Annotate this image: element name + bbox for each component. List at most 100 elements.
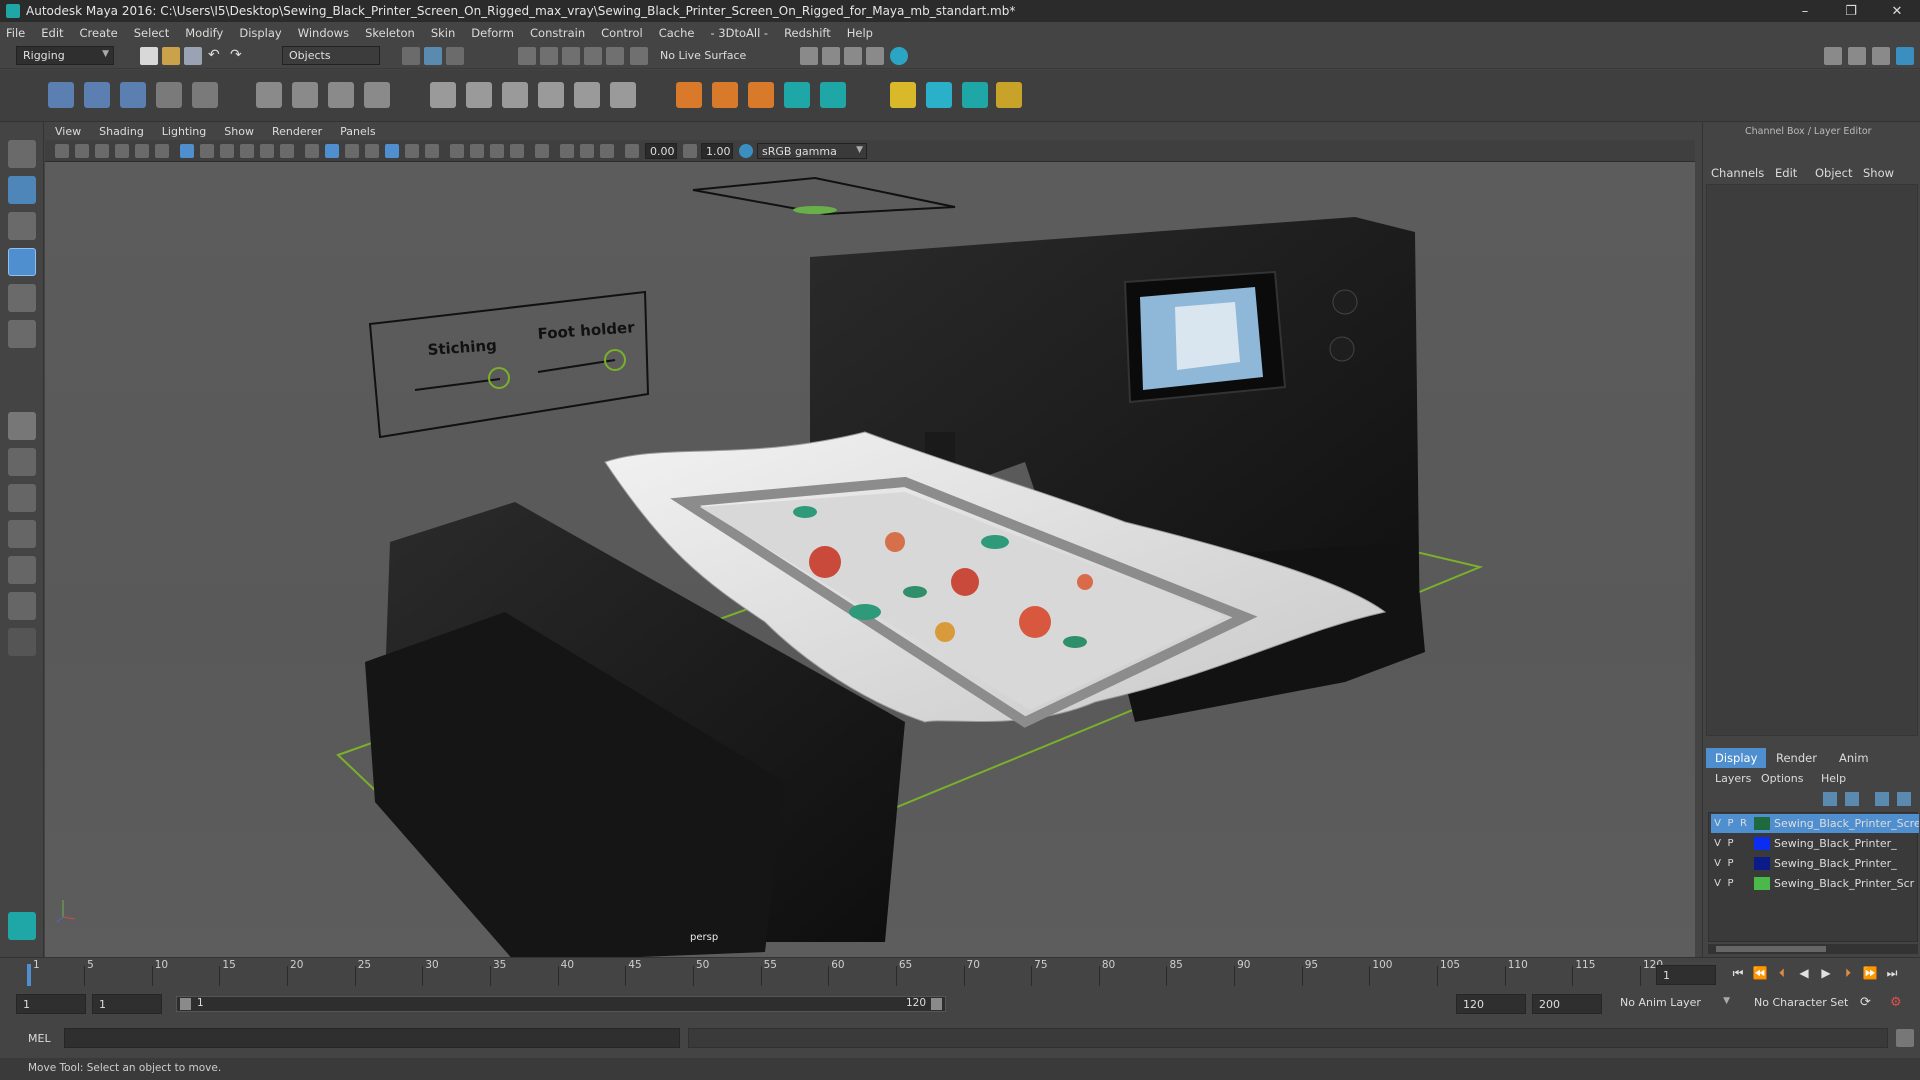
layer-visibility-toggle[interactable]: V: [1711, 858, 1724, 869]
range-end-handle[interactable]: [931, 998, 942, 1010]
menu-create[interactable]: Create: [80, 26, 118, 40]
animation-start-field[interactable]: 1: [16, 994, 86, 1014]
menu-cache[interactable]: Cache: [659, 26, 695, 40]
character-controls-icon[interactable]: [820, 82, 846, 108]
range-slider-bar[interactable]: 1 120: [176, 996, 946, 1012]
go-to-end-icon[interactable]: ⏭: [1884, 966, 1900, 982]
gamma-icon[interactable]: [683, 144, 697, 158]
render-view-icon[interactable]: [800, 47, 818, 65]
layer-list-scrollbar[interactable]: [1708, 944, 1918, 954]
panel-menu-lighting[interactable]: Lighting: [162, 125, 206, 138]
panel-menu-shading[interactable]: Shading: [99, 125, 144, 138]
layer-row[interactable]: V P Sewing_Black_Printer_Scr: [1711, 874, 1919, 893]
persp-graph-layout-icon[interactable]: [8, 520, 36, 548]
layer-playback-toggle[interactable]: P: [1724, 838, 1737, 849]
tab-anim[interactable]: Anim: [1839, 751, 1869, 765]
rotate-tool-icon[interactable]: [8, 284, 36, 312]
use-default-material-icon[interactable]: [345, 144, 359, 158]
menu-redshift[interactable]: Redshift: [784, 26, 831, 40]
layer-help-menu[interactable]: Help: [1821, 772, 1846, 785]
more-layouts-icon[interactable]: [8, 628, 36, 656]
channel-edit-menu[interactable]: Edit: [1775, 166, 1797, 180]
grid-toggle-icon[interactable]: [180, 144, 194, 158]
orient-constraint-icon[interactable]: [502, 82, 528, 108]
use-all-lights-icon[interactable]: [405, 144, 419, 158]
go-to-start-icon[interactable]: ⏮: [1730, 966, 1746, 982]
isolate-select-icon[interactable]: [535, 144, 549, 158]
field-chart-icon[interactable]: [260, 144, 274, 158]
parent-constraint-icon[interactable]: [430, 82, 456, 108]
step-forward-frame-icon[interactable]: ⏵: [1840, 966, 1856, 982]
menu-skin[interactable]: Skin: [431, 26, 455, 40]
tool-settings-icon[interactable]: [1872, 47, 1890, 65]
color-management-icon[interactable]: [739, 144, 753, 158]
menu-modify[interactable]: Modify: [185, 26, 223, 40]
scrollbar-thumb[interactable]: [1716, 946, 1826, 952]
anim-layer-dropdown[interactable]: No Anim Layer ▼: [1620, 996, 1730, 1009]
gamma-field[interactable]: 1.00: [701, 143, 733, 159]
layer-reference-toggle[interactable]: R: [1737, 818, 1750, 829]
menu-display[interactable]: Display: [239, 26, 281, 40]
layer-row[interactable]: V P Sewing_Black_Printer_: [1711, 834, 1919, 853]
snap-grid-icon[interactable]: [518, 47, 536, 65]
channel-object-menu[interactable]: Object: [1815, 166, 1852, 180]
safe-action-icon[interactable]: [280, 144, 294, 158]
snap-surface-icon[interactable]: [606, 47, 624, 65]
exposure-icon[interactable]: [625, 144, 639, 158]
layer-color-swatch[interactable]: [1754, 837, 1770, 850]
scale-tool-icon[interactable]: [8, 320, 36, 348]
menu-windows[interactable]: Windows: [298, 26, 349, 40]
render-current-icon[interactable]: [822, 47, 840, 65]
channels-menu[interactable]: Channels: [1711, 166, 1764, 180]
cluster-icon[interactable]: [364, 82, 390, 108]
persp-outliner-layout-icon[interactable]: [8, 484, 36, 512]
wireframe-icon[interactable]: [305, 144, 319, 158]
animation-end-field[interactable]: 200: [1532, 994, 1602, 1014]
channel-show-menu[interactable]: Show: [1863, 166, 1894, 180]
bookmark-icon[interactable]: [95, 144, 109, 158]
selection-mode-dropdown[interactable]: Objects: [282, 46, 380, 65]
snap-live-icon[interactable]: [630, 47, 648, 65]
perspective-viewport[interactable]: Stiching Foot holder persp: [45, 162, 1695, 957]
modeling-toolkit-icon[interactable]: [1824, 47, 1842, 65]
ipr-render-icon[interactable]: [844, 47, 862, 65]
camera-select-icon[interactable]: [55, 144, 69, 158]
xray-active-icon[interactable]: [580, 144, 594, 158]
menu-3dtoall[interactable]: - 3DtoAll -: [710, 26, 768, 40]
mel-input[interactable]: [64, 1028, 680, 1048]
mel-label[interactable]: MEL: [28, 1032, 51, 1045]
mirror-joint-icon[interactable]: [192, 82, 218, 108]
menuset-dropdown[interactable]: Rigging ▼: [16, 46, 114, 65]
range-start-handle[interactable]: [180, 998, 191, 1010]
layer-visibility-toggle[interactable]: V: [1711, 878, 1724, 889]
panel-menu-renderer[interactable]: Renderer: [272, 125, 322, 138]
point-constraint-icon[interactable]: [466, 82, 492, 108]
channel-box-toggle-icon[interactable]: [1896, 47, 1914, 65]
pole-vector-icon[interactable]: [610, 82, 636, 108]
redo-icon[interactable]: ↷: [230, 47, 248, 65]
layer-row[interactable]: V P R Sewing_Black_Printer_Screen: [1711, 814, 1919, 833]
select-tool-icon[interactable]: [8, 140, 36, 168]
menu-control[interactable]: Control: [601, 26, 643, 40]
layer-color-swatch[interactable]: [1754, 817, 1770, 830]
move-tool-icon[interactable]: [8, 248, 36, 276]
open-scene-icon[interactable]: [162, 47, 180, 65]
snap-point-icon[interactable]: [562, 47, 580, 65]
playback-end-field[interactable]: 120: [1456, 994, 1526, 1014]
layer-playback-toggle[interactable]: P: [1724, 818, 1737, 829]
insert-joint-icon[interactable]: [156, 82, 182, 108]
close-button[interactable]: ✕: [1874, 4, 1920, 19]
paint-weights-icon[interactable]: [292, 82, 318, 108]
select-component-icon[interactable]: [446, 47, 464, 65]
auto-key-icon[interactable]: ⟳: [1860, 995, 1878, 1013]
grease-pencil-icon[interactable]: [155, 144, 169, 158]
wireframe-on-shaded-icon[interactable]: [365, 144, 379, 158]
smooth-shade-icon[interactable]: [325, 144, 339, 158]
gate-mask-icon[interactable]: [240, 144, 254, 158]
step-back-frame-icon[interactable]: ⏴: [1774, 966, 1790, 982]
scale-constraint-icon[interactable]: [538, 82, 564, 108]
resolution-gate-icon[interactable]: [220, 144, 234, 158]
hypershade-icon[interactable]: [890, 47, 908, 65]
playback-start-field[interactable]: 1: [92, 994, 162, 1014]
lattice-icon[interactable]: [328, 82, 354, 108]
